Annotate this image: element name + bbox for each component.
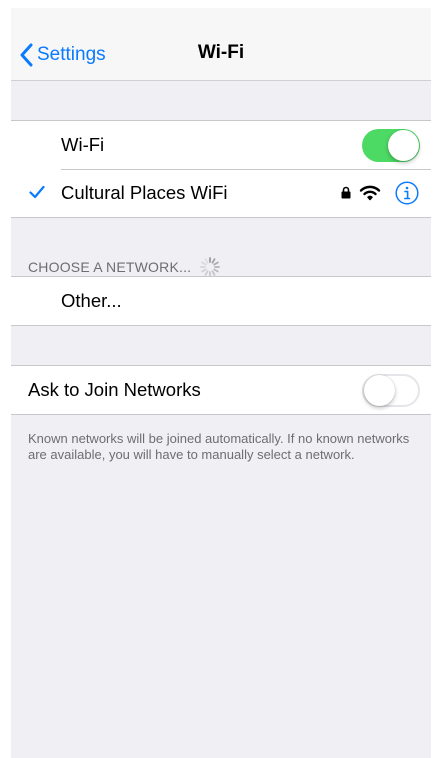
page-title: Wi-Fi xyxy=(197,42,245,63)
choose-network-header: CHOOSE A NETWORK... xyxy=(28,256,221,278)
ask-to-join-label: Ask to Join Networks xyxy=(28,379,201,400)
checkmark-icon xyxy=(29,185,45,199)
lock-icon xyxy=(341,186,351,199)
wifi-group: Wi-Fi Cultural Places WiFi xyxy=(11,120,431,218)
toggle-knob xyxy=(388,130,419,161)
networks-group: Other... xyxy=(11,276,431,326)
choose-network-label: CHOOSE A NETWORK... xyxy=(28,259,192,275)
ask-to-join-group: Ask to Join Networks xyxy=(11,365,431,415)
ask-to-join-footer: Known networks will be joined automatica… xyxy=(28,431,410,462)
ask-to-join-toggle[interactable] xyxy=(362,374,420,407)
wifi-settings-screen: Settings Wi-Fi Wi-Fi Cultural Places WiF… xyxy=(11,8,431,758)
ask-to-join-row: Ask to Join Networks xyxy=(11,366,431,414)
wifi-toggle[interactable] xyxy=(362,129,420,162)
wifi-signal-icon xyxy=(359,185,381,201)
other-network-row[interactable]: Other... xyxy=(11,277,431,325)
other-network-label: Other... xyxy=(61,290,122,311)
connected-network-name: Cultural Places WiFi xyxy=(61,182,228,203)
navigation-bar: Settings Wi-Fi xyxy=(11,8,431,81)
loading-spinner-icon xyxy=(200,257,221,277)
toggle-knob xyxy=(364,375,395,406)
info-icon[interactable] xyxy=(395,181,419,205)
connected-network-row[interactable]: Cultural Places WiFi xyxy=(11,169,431,217)
wifi-toggle-row: Wi-Fi xyxy=(11,121,431,169)
wifi-label: Wi-Fi xyxy=(61,134,105,155)
